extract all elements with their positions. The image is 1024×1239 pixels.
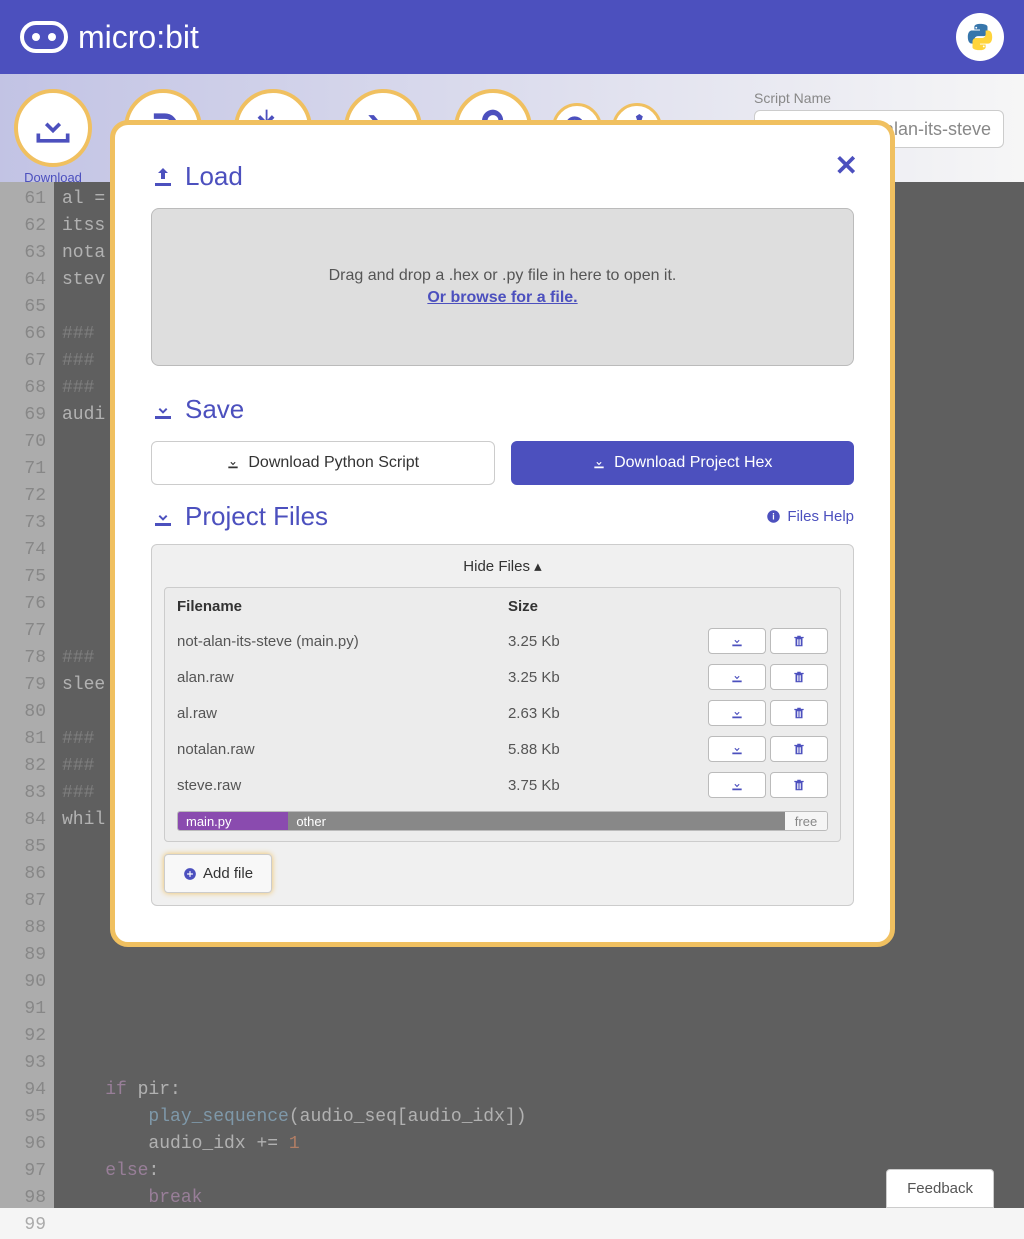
col-size: Size: [508, 598, 602, 623]
table-row: al.raw2.63 Kb: [177, 695, 828, 731]
brand-text: micro:bit: [78, 19, 199, 56]
header: micro:bit: [0, 0, 1024, 74]
hide-files-toggle[interactable]: Hide Files ▴: [164, 557, 841, 575]
file-size: 3.25 Kb: [508, 659, 602, 695]
file-size: 3.75 Kb: [508, 767, 602, 803]
dropzone-text: Drag and drop a .hex or .py file in here…: [329, 267, 677, 285]
download-file-button[interactable]: [708, 772, 766, 798]
download-file-button[interactable]: [708, 664, 766, 690]
files-help-link[interactable]: i Files Help: [766, 508, 854, 525]
logo[interactable]: micro:bit: [20, 19, 199, 56]
upload-icon: [151, 165, 175, 189]
file-size: 2.63 Kb: [508, 695, 602, 731]
storage-free: free: [785, 812, 827, 830]
svg-text:i: i: [773, 512, 775, 522]
storage-bar: main.py other free: [177, 811, 828, 831]
delete-file-button[interactable]: [770, 664, 828, 690]
close-icon[interactable]: ✕: [835, 149, 858, 182]
download-file-button[interactable]: [708, 736, 766, 762]
project-files-title: Project Files: [151, 501, 328, 532]
download-python-button[interactable]: Download Python Script: [151, 441, 495, 485]
col-filename: Filename: [177, 598, 508, 623]
load-section-title: Load: [151, 161, 854, 192]
delete-file-button[interactable]: [770, 628, 828, 654]
download-file-button[interactable]: [708, 628, 766, 654]
python-icon[interactable]: [956, 13, 1004, 61]
file-name: al.raw: [177, 695, 508, 731]
script-name-label: Script Name: [754, 90, 1004, 106]
table-row: notalan.raw5.88 Kb: [177, 731, 828, 767]
dropzone[interactable]: Drag and drop a .hex or .py file in here…: [151, 208, 854, 366]
storage-other: other: [288, 812, 785, 830]
download-hex-button[interactable]: Download Project Hex: [511, 441, 855, 485]
table-row: steve.raw3.75 Kb: [177, 767, 828, 803]
gutter: 6162636465666768697071727374757677787980…: [0, 182, 54, 1208]
delete-file-button[interactable]: [770, 700, 828, 726]
download-icon: [226, 456, 240, 470]
load-save-modal: ✕ Load Drag and drop a .hex or .py file …: [110, 120, 895, 947]
file-size: 3.25 Kb: [508, 623, 602, 659]
download-file-button[interactable]: [708, 700, 766, 726]
feedback-button[interactable]: Feedback: [886, 1169, 994, 1208]
info-icon: i: [766, 509, 781, 524]
table-row: alan.raw3.25 Kb: [177, 659, 828, 695]
file-name: alan.raw: [177, 659, 508, 695]
file-name: notalan.raw: [177, 731, 508, 767]
browse-link[interactable]: Or browse for a file.: [427, 289, 577, 307]
download-icon: [151, 505, 175, 529]
file-name: not-alan-its-steve (main.py): [177, 623, 508, 659]
plus-icon: [183, 867, 197, 881]
add-file-button[interactable]: Add file: [164, 854, 272, 893]
file-name: steve.raw: [177, 767, 508, 803]
file-table: Filename Size not-alan-its-steve (main.p…: [177, 598, 828, 803]
save-section-title: Save: [151, 394, 854, 425]
table-row: not-alan-its-steve (main.py)3.25 Kb: [177, 623, 828, 659]
storage-main: main.py: [178, 812, 288, 830]
file-size: 5.88 Kb: [508, 731, 602, 767]
download-icon: [592, 456, 606, 470]
files-panel: Hide Files ▴ Filename Size not-alan-its-…: [151, 544, 854, 906]
microbit-logo-icon: [20, 21, 68, 53]
delete-file-button[interactable]: [770, 736, 828, 762]
download-icon: [151, 398, 175, 422]
download-button[interactable]: Download: [14, 89, 92, 167]
delete-file-button[interactable]: [770, 772, 828, 798]
